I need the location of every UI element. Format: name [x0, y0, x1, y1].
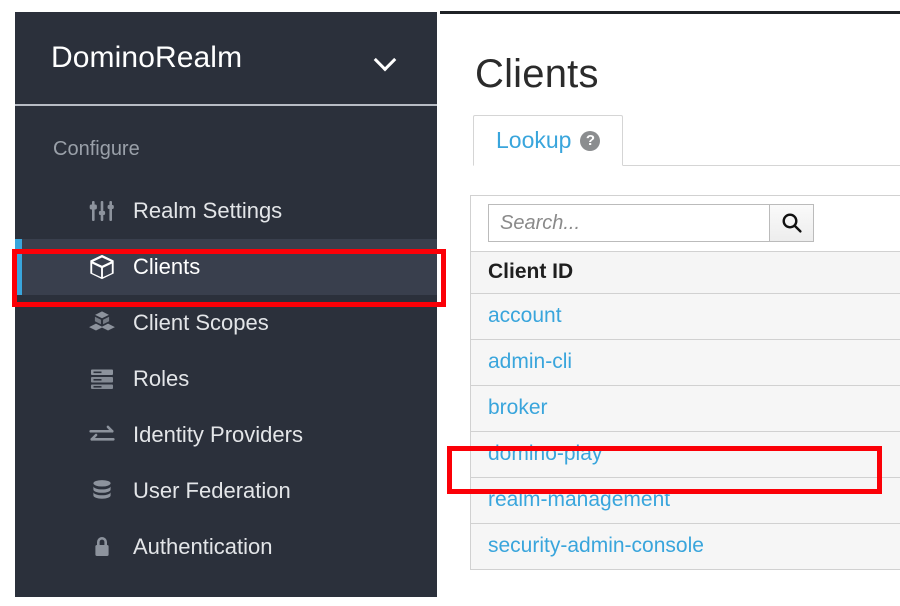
column-header-client-id[interactable]: Client ID — [471, 252, 900, 294]
realm-selector[interactable]: DominoRealm — [15, 12, 437, 106]
tab-label: Lookup — [496, 127, 572, 153]
client-link-account[interactable]: account — [488, 304, 562, 327]
table-cell-client-id: account — [471, 293, 900, 340]
client-link-security-admin-console[interactable]: security-admin-console — [488, 534, 704, 557]
table-row[interactable]: admin-cli — [471, 339, 900, 386]
table-row[interactable]: realm-management — [471, 477, 900, 524]
table-body: account admin-cli broker domino-play rea… — [471, 293, 900, 569]
chevron-down-icon — [375, 52, 397, 65]
exchange-icon — [87, 420, 117, 450]
search-input[interactable] — [488, 204, 769, 242]
table-cell-client-id: admin-cli — [471, 339, 900, 386]
database-icon — [87, 476, 117, 506]
table-cell-client-id: domino-play — [471, 431, 900, 478]
sliders-icon — [87, 196, 117, 226]
page-title: Clients — [475, 52, 599, 96]
cube-icon — [87, 252, 117, 282]
sidebar: DominoRealm Configure Realm Settings Cli… — [15, 12, 437, 597]
client-link-admin-cli[interactable]: admin-cli — [488, 350, 572, 373]
table-head: Client ID — [471, 252, 900, 294]
clients-table-panel: Client ID account admin-cli broker — [470, 195, 900, 570]
list-icon — [87, 364, 117, 394]
sidebar-nav: Configure Realm Settings Clients Client … — [15, 106, 437, 575]
lock-icon — [87, 532, 117, 562]
sidebar-item-realm-settings[interactable]: Realm Settings — [15, 183, 437, 239]
clients-table: Client ID account admin-cli broker domin… — [471, 252, 900, 569]
table-row[interactable]: security-admin-console — [471, 523, 900, 569]
table-row[interactable]: account — [471, 293, 900, 340]
client-link-broker[interactable]: broker — [488, 396, 548, 419]
table-row[interactable]: broker — [471, 385, 900, 432]
table-header-row: Client ID — [471, 252, 900, 294]
nav-section-heading: Configure — [53, 138, 140, 160]
sidebar-item-client-scopes[interactable]: Client Scopes — [15, 295, 437, 351]
sidebar-item-user-federation[interactable]: User Federation — [15, 463, 437, 519]
realm-name: DominoRealm — [51, 41, 243, 74]
client-link-realm-management[interactable]: realm-management — [488, 488, 670, 511]
table-row[interactable]: domino-play — [471, 431, 900, 478]
search-icon — [781, 212, 803, 234]
tab-lookup[interactable]: Lookup ? — [473, 115, 624, 166]
table-cell-client-id: security-admin-console — [471, 523, 900, 569]
search-group — [488, 204, 814, 242]
main-content: Clients Lookup ? Search... Client ID acc… — [437, 14, 900, 606]
cubes-icon — [87, 308, 117, 338]
table-cell-client-id: realm-management — [471, 477, 900, 524]
sidebar-item-clients[interactable]: Clients — [15, 239, 437, 295]
question-circle-icon[interactable]: ? — [580, 130, 601, 151]
table-cell-client-id: broker — [471, 385, 900, 432]
client-link-domino-play[interactable]: domino-play — [488, 442, 602, 465]
sidebar-item-identity-providers[interactable]: Identity Providers — [15, 407, 437, 463]
sidebar-item-roles[interactable]: Roles — [15, 351, 437, 407]
table-toolbar — [471, 196, 900, 252]
search-button[interactable] — [769, 204, 814, 242]
tab-bar: Lookup ? — [473, 115, 900, 166]
sidebar-item-authentication[interactable]: Authentication — [15, 519, 437, 575]
